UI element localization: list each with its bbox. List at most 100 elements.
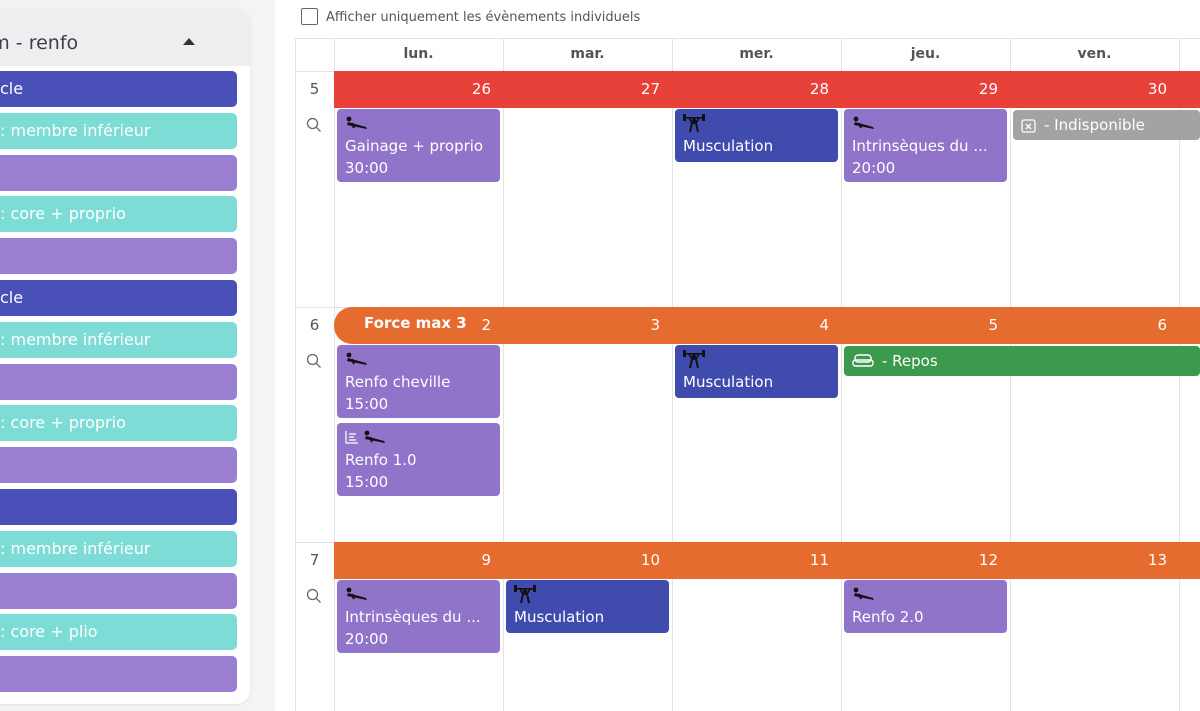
plan-session-item[interactable]: : membre inférieur	[0, 530, 237, 567]
date-number: 29	[978, 80, 998, 98]
date-number: 3	[650, 316, 660, 334]
plan-title: xm - renfo	[0, 32, 79, 54]
grid-column-line	[841, 38, 842, 711]
day-header-0: lun.	[403, 46, 434, 62]
event-icons	[852, 114, 876, 132]
event-card[interactable]: Intrinsèques du ... 20:00	[844, 109, 1007, 182]
plan-session-item[interactable]	[0, 363, 237, 400]
event-card[interactable]: Musculation	[506, 580, 669, 633]
plan-session-label: : core + proprio	[0, 413, 126, 433]
event-title: Intrinsèques du ...	[852, 137, 988, 155]
grid-column-line	[334, 38, 335, 711]
event-icons	[345, 585, 369, 603]
day-header-4: ven.	[1077, 46, 1112, 62]
event-duration: 15:00	[345, 473, 389, 491]
plan-session-label: cle	[0, 288, 24, 307]
event-title: Renfo 1.0	[345, 451, 417, 469]
week-band[interactable]: 9 10 11 12 13	[334, 542, 1200, 579]
week-number: 5	[309, 80, 320, 98]
search-icon[interactable]	[306, 588, 322, 604]
event-title: Musculation	[514, 608, 605, 626]
week-band[interactable]: 26 27 28 29 30	[334, 71, 1200, 108]
event-title: - Indisponible	[1044, 116, 1145, 134]
date-number: 10	[640, 551, 660, 569]
weightlifter-icon	[683, 113, 705, 133]
day-header-1: mar.	[570, 46, 605, 62]
event-icons	[345, 114, 369, 132]
event-card[interactable]: Gainage + proprio 30:00	[337, 109, 500, 182]
plank-icon	[345, 587, 369, 601]
date-number: 26	[471, 80, 491, 98]
list-icon	[345, 430, 359, 444]
plan-session-label: cle	[0, 79, 24, 98]
collapse-caret-icon[interactable]	[183, 38, 195, 45]
individual-events-checkbox[interactable]	[301, 8, 318, 25]
event-duration: 20:00	[852, 159, 896, 177]
event-inline-content: - Repos	[852, 352, 938, 370]
plan-session-item[interactable]: cle	[0, 71, 237, 107]
date-number: 6	[1157, 316, 1167, 334]
weightlifter-icon	[683, 349, 705, 369]
date-number: 12	[978, 551, 998, 569]
grid-column-line	[503, 38, 504, 711]
plan-session-item[interactable]	[0, 447, 237, 484]
date-number: 30	[1147, 80, 1167, 98]
date-number: 5	[988, 316, 998, 334]
date-number: 4	[819, 316, 829, 334]
plan-session-item[interactable]: : core + proprio	[0, 405, 237, 442]
event-title: Gainage + proprio	[345, 137, 484, 155]
search-icon[interactable]	[306, 117, 322, 133]
event-title: Musculation	[683, 137, 774, 155]
event-card[interactable]: - Indisponible	[1013, 110, 1200, 140]
event-card[interactable]: Renfo 1.0 15:00	[337, 423, 500, 496]
plan-session-label: : membre inférieur	[0, 329, 151, 349]
grid-column-line	[672, 38, 673, 711]
plan-session-item[interactable]	[0, 572, 237, 609]
event-icons	[514, 584, 536, 604]
week-band[interactable]: Force max 323456	[334, 307, 1200, 344]
date-number: 9	[481, 551, 491, 569]
event-duration: 15:00	[345, 395, 389, 413]
event-card[interactable]: Renfo 2.0	[844, 580, 1007, 633]
event-title: Renfo cheville	[345, 373, 451, 391]
event-icons	[852, 585, 876, 603]
plan-session-item[interactable]: : membre inférieur	[0, 321, 237, 358]
event-icons	[683, 349, 705, 369]
calendar-grid: lun. mar. mer. jeu. ven. 5 26 27 28 29 30 Gainage +…	[295, 38, 1200, 711]
plan-session-item[interactable]: : membre inférieur	[0, 112, 237, 149]
calendar-x-icon	[1021, 118, 1036, 133]
plan-session-item[interactable]: cle	[0, 280, 237, 316]
plank-icon	[363, 430, 387, 444]
plan-session-item[interactable]	[0, 154, 237, 191]
event-card[interactable]: - Repos	[844, 346, 1200, 376]
grid-column-line	[295, 38, 296, 711]
individual-events-label: Afficher uniquement les évènements indiv…	[326, 10, 641, 25]
date-number: 28	[809, 80, 829, 98]
event-icons	[683, 113, 705, 133]
event-card[interactable]: Renfo cheville 15:00	[337, 345, 500, 418]
date-number: 27	[640, 80, 660, 98]
event-icons	[345, 428, 387, 446]
event-inline-content: - Indisponible	[1021, 116, 1145, 134]
search-icon[interactable]	[306, 353, 322, 369]
event-card[interactable]: Musculation	[675, 109, 838, 162]
event-icons	[345, 350, 369, 368]
event-duration: 20:00	[345, 630, 389, 648]
plan-session-item[interactable]	[0, 238, 237, 275]
plan-session-label: : core + plio	[0, 622, 98, 642]
day-header-3: jeu.	[910, 46, 941, 62]
event-card[interactable]: Musculation	[675, 345, 838, 398]
week-number: 7	[309, 551, 320, 569]
plank-icon	[852, 116, 876, 130]
date-number: 2	[481, 316, 491, 334]
grid-row-line	[295, 38, 1200, 39]
plan-session-item[interactable]	[0, 656, 237, 693]
plan-session-item[interactable]	[0, 489, 237, 525]
event-card[interactable]: Intrinsèques du ... 20:00	[337, 580, 500, 653]
plank-icon	[852, 587, 876, 601]
plan-session-item[interactable]: : core + proprio	[0, 196, 237, 233]
event-duration: 30:00	[345, 159, 389, 177]
plan-session-label: : membre inférieur	[0, 538, 151, 558]
plan-session-item[interactable]: : core + plio	[0, 614, 237, 651]
weightlifter-icon	[514, 584, 536, 604]
